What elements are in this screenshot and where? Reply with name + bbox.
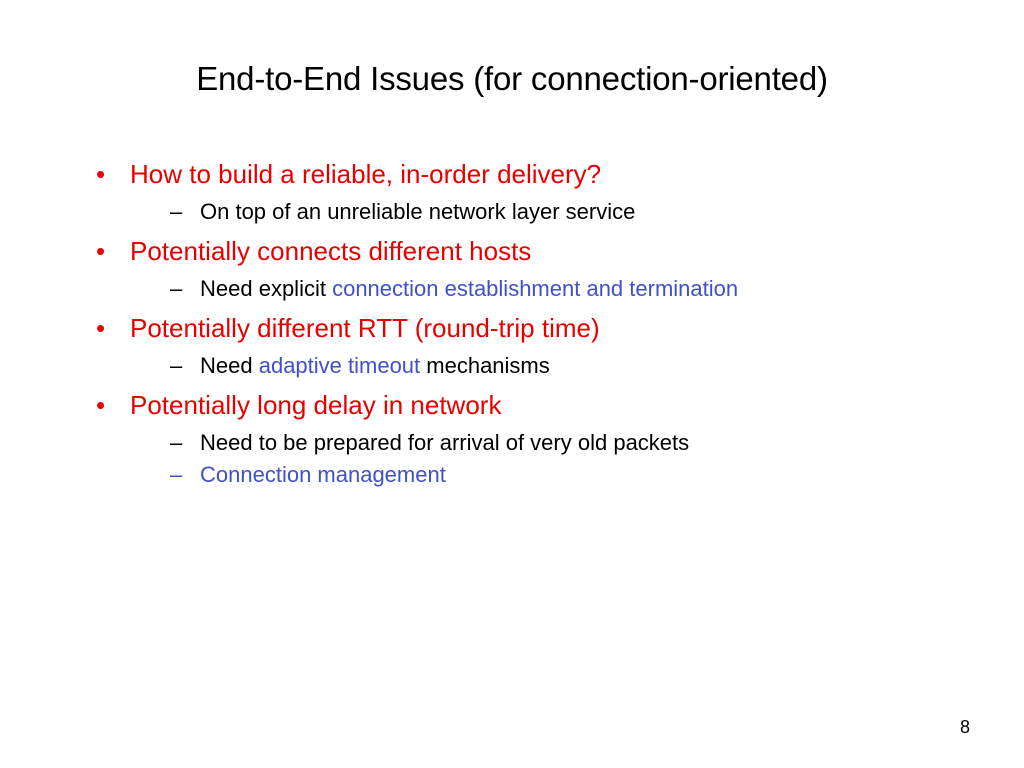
- text-span: mechanisms: [420, 353, 550, 378]
- dash-icon: –: [170, 197, 200, 227]
- bullet-text: Potentially different RTT (round-trip ti…: [130, 312, 934, 345]
- sub-bullet-text: Connection management: [200, 460, 934, 490]
- list-item: •Potentially connects different hosts –Ne…: [90, 235, 934, 304]
- slide-title: End-to-End Issues (for connection-orient…: [90, 60, 934, 98]
- bullet-icon: •: [90, 312, 130, 345]
- sub-list-item: –Need to be prepared for arrival of very…: [170, 428, 934, 458]
- sub-list-item: –On top of an unreliable network layer s…: [170, 197, 934, 227]
- sub-bullet-text: Need to be prepared for arrival of very …: [200, 428, 934, 458]
- dash-icon: –: [170, 274, 200, 304]
- list-item: •Potentially long delay in network –Need …: [90, 389, 934, 490]
- sub-bullet-text: On top of an unreliable network layer se…: [200, 197, 934, 227]
- text-span: connection establishment and termination: [332, 276, 738, 301]
- text-span: Need: [200, 353, 259, 378]
- bullet-row: •Potentially different RTT (round-trip t…: [90, 312, 934, 345]
- sub-bullet-text: Need adaptive timeout mechanisms: [200, 351, 934, 381]
- bullet-text: How to build a reliable, in-order delive…: [130, 158, 934, 191]
- bullet-row: •Potentially connects different hosts: [90, 235, 934, 268]
- text-span: Need explicit: [200, 276, 332, 301]
- sub-list-item: –Need adaptive timeout mechanisms: [170, 351, 934, 381]
- slide: End-to-End Issues (for connection-orient…: [0, 0, 1024, 768]
- bullet-row: •How to build a reliable, in-order deliv…: [90, 158, 934, 191]
- bullet-text: Potentially long delay in network: [130, 389, 934, 422]
- bullet-icon: •: [90, 235, 130, 268]
- bullet-row: •Potentially long delay in network: [90, 389, 934, 422]
- bullet-icon: •: [90, 158, 130, 191]
- page-number: 8: [960, 717, 970, 738]
- dash-icon: –: [170, 460, 200, 490]
- sub-list-item: –Connection management: [170, 460, 934, 490]
- text-span: Connection management: [200, 462, 446, 487]
- sub-list: –Need to be prepared for arrival of very…: [170, 428, 934, 490]
- text-span: On top of an unreliable network layer se…: [200, 199, 635, 224]
- text-span: adaptive timeout: [259, 353, 420, 378]
- text-span: Need to be prepared for arrival of very …: [200, 430, 689, 455]
- sub-list-item: –Need explicit connection establishment …: [170, 274, 934, 304]
- list-item: •Potentially different RTT (round-trip t…: [90, 312, 934, 381]
- bullet-icon: •: [90, 389, 130, 422]
- bullet-text: Potentially connects different hosts: [130, 235, 934, 268]
- sub-bullet-text: Need explicit connection establishment a…: [200, 274, 934, 304]
- sub-list: –Need explicit connection establishment …: [170, 274, 934, 304]
- sub-list: –On top of an unreliable network layer s…: [170, 197, 934, 227]
- dash-icon: –: [170, 428, 200, 458]
- dash-icon: –: [170, 351, 200, 381]
- bullet-list: •How to build a reliable, in-order deliv…: [90, 158, 934, 490]
- sub-list: –Need adaptive timeout mechanisms: [170, 351, 934, 381]
- list-item: •How to build a reliable, in-order deliv…: [90, 158, 934, 227]
